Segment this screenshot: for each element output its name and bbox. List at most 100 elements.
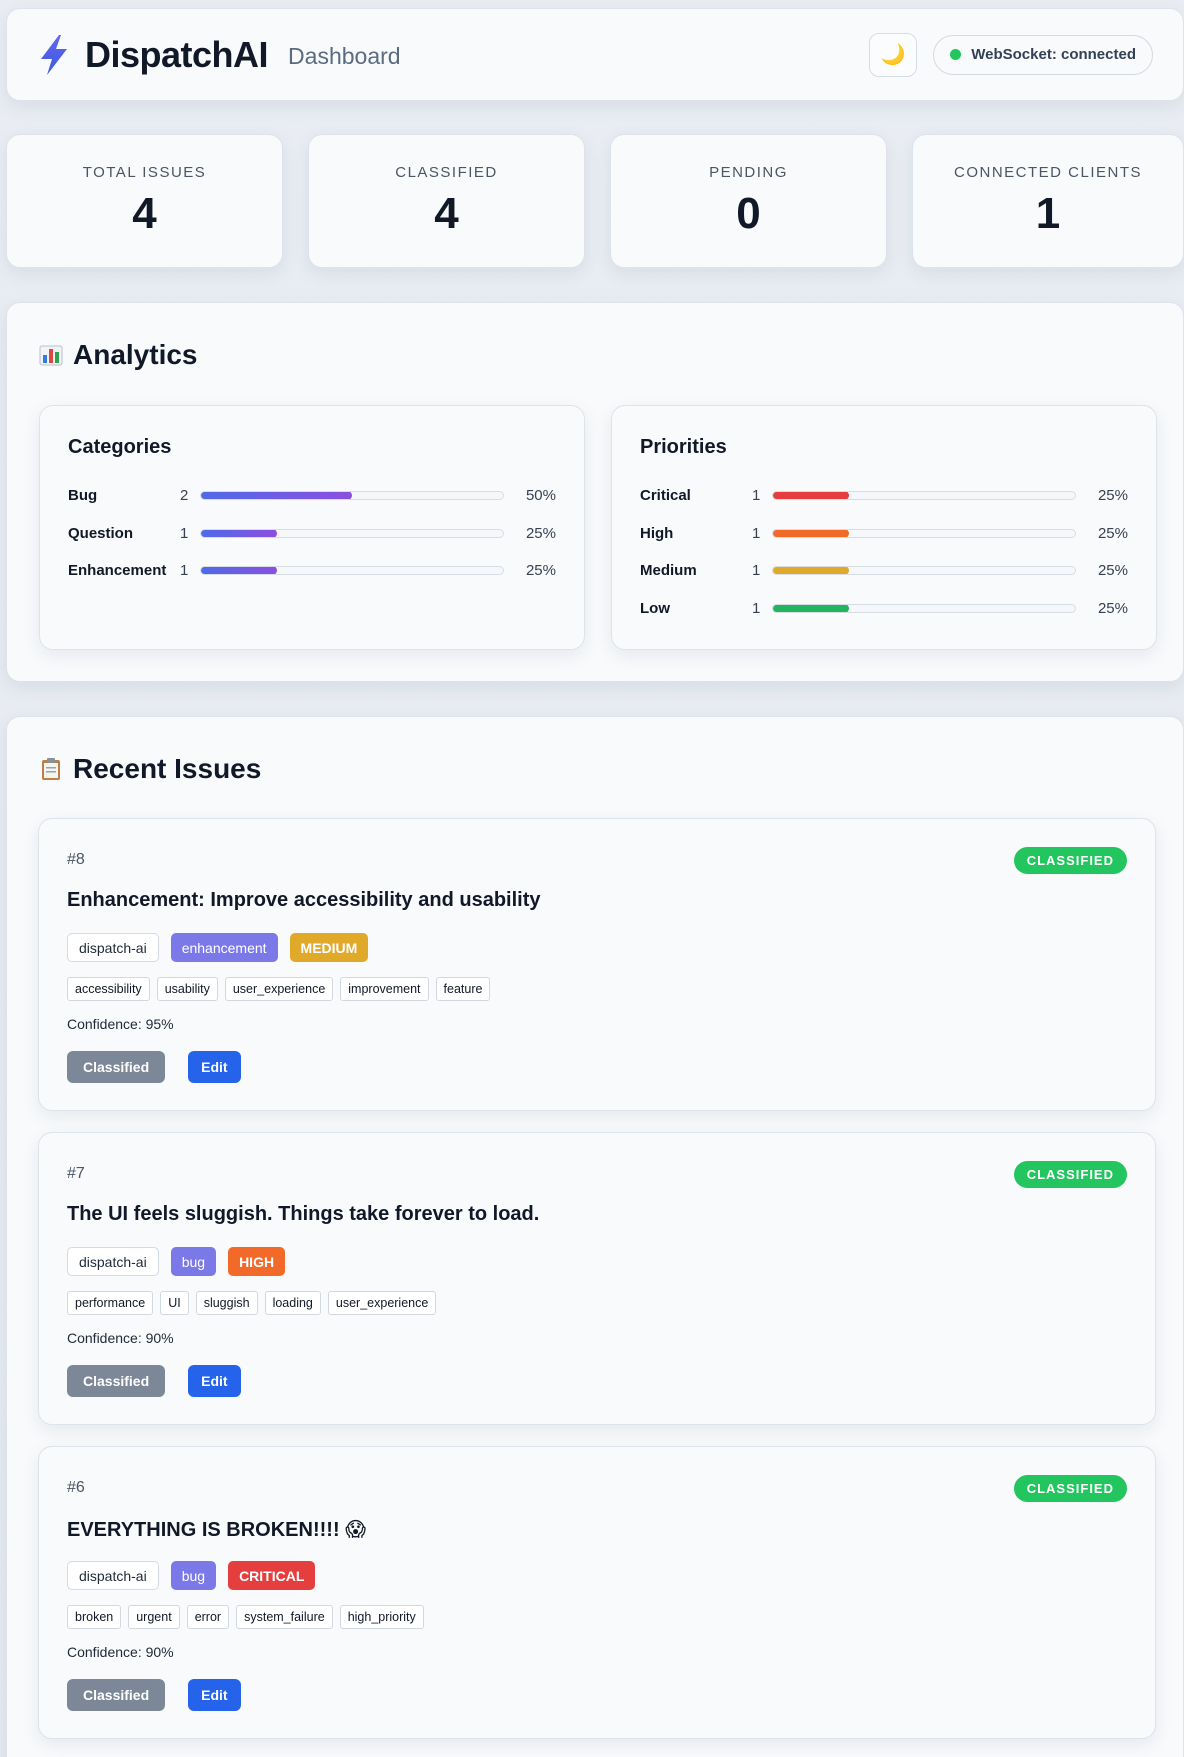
- row-label: Question: [68, 524, 134, 542]
- stat-label: CONNECTED CLIENTS: [953, 163, 1143, 181]
- issue-title[interactable]: EVERYTHING IS BROKEN!!!! 😱: [67, 1517, 366, 1542]
- row-count: 1: [180, 562, 189, 580]
- progress-bar: [200, 566, 504, 576]
- edit-button[interactable]: Edit: [188, 1051, 241, 1083]
- issue-title[interactable]: The UI feels sluggish. Things take forev…: [67, 1203, 539, 1226]
- lightning-bolt-icon: [41, 34, 67, 75]
- progress-fill: [201, 529, 277, 537]
- tag: sluggish: [195, 1291, 258, 1315]
- tag: performance: [67, 1291, 154, 1315]
- categories-title: Categories: [68, 436, 172, 458]
- tag: usability: [156, 977, 218, 1001]
- progress-bar: [772, 491, 1076, 501]
- repo-chip: dispatch-ai: [67, 933, 159, 962]
- row-count: 1: [752, 524, 761, 542]
- stat-pending: PENDING 0: [610, 134, 887, 268]
- bar-chart-icon: [39, 345, 63, 366]
- classified-button[interactable]: Classified: [67, 1365, 166, 1397]
- tag: broken: [67, 1605, 122, 1629]
- row-label: High: [640, 524, 674, 542]
- row-count: 1: [180, 524, 189, 542]
- status-badge: CLASSIFIED: [1013, 1161, 1127, 1188]
- edit-button[interactable]: Edit: [188, 1365, 241, 1397]
- status-badge: CLASSIFIED: [1013, 1475, 1127, 1502]
- issue-title[interactable]: Enhancement: Improve accessibility and u…: [67, 889, 541, 912]
- row-count: 1: [752, 599, 761, 617]
- recent-issues-title: Recent Issues: [73, 753, 262, 784]
- repo-chip: dispatch-ai: [67, 1561, 159, 1590]
- progress-fill: [201, 567, 277, 575]
- stat-value: 1: [1035, 188, 1061, 238]
- tag: loading: [264, 1291, 321, 1315]
- classified-button[interactable]: Classified: [67, 1051, 166, 1083]
- websocket-status-text: WebSocket: connected: [971, 46, 1136, 63]
- confidence-text: Confidence: 95%: [67, 1016, 174, 1032]
- status-badge: CLASSIFIED: [1013, 847, 1127, 874]
- issue-card[interactable]: #7 CLASSIFIED The UI feels sluggish. Thing…: [38, 1132, 1156, 1425]
- progress-fill: [773, 529, 849, 537]
- tag: system_failure: [236, 1605, 333, 1629]
- confidence-text: Confidence: 90%: [67, 1330, 174, 1346]
- row-label: Critical: [640, 487, 691, 505]
- status-dot-icon: [950, 49, 962, 60]
- tag: urgent: [128, 1605, 180, 1629]
- stat-classified: CLASSIFIED 4: [308, 134, 585, 268]
- row-label: Medium: [640, 562, 697, 580]
- progress-bar: [200, 491, 504, 501]
- issue-card[interactable]: #6 CLASSIFIED EVERYTHING IS BROKEN!!!! 😱 di…: [38, 1446, 1156, 1739]
- row-percent: 25%: [525, 524, 556, 542]
- row-percent: 25%: [1097, 562, 1128, 580]
- categories-panel: Categories Bug 2 50% Question 1 25% Enhancemen…: [39, 405, 585, 650]
- priorities-title: Priorities: [640, 436, 727, 458]
- app-name: DispatchAI: [85, 33, 269, 75]
- issue-number: #6: [67, 1479, 85, 1496]
- analytics-row-bug: Bug 2 50%: [68, 477, 556, 515]
- stat-value: 4: [434, 188, 459, 238]
- tag: high_priority: [339, 1605, 424, 1629]
- priority-chip: CRITICAL: [228, 1561, 316, 1590]
- issue-card[interactable]: #8 CLASSIFIED Enhancement: Improve accessi…: [38, 818, 1156, 1111]
- progress-fill: [773, 604, 849, 612]
- analytics-row-enhancement: Enhancement 1 25%: [68, 552, 556, 590]
- stat-connected-clients: CONNECTED CLIENTS 1: [912, 134, 1184, 268]
- repo-chip: dispatch-ai: [67, 1247, 159, 1276]
- priorities-panel: Priorities Critical 1 25% High 1 25% Medium 1 25…: [611, 405, 1157, 650]
- issue-number: #7: [67, 1165, 85, 1182]
- issue-number: #8: [67, 851, 85, 868]
- tag: user_experience: [224, 977, 334, 1001]
- stat-value: 4: [132, 188, 157, 238]
- row-percent: 25%: [1097, 487, 1128, 505]
- stat-label: TOTAL ISSUES: [82, 163, 207, 181]
- priority-chip: HIGH: [228, 1247, 286, 1276]
- progress-bar: [772, 566, 1076, 576]
- stat-value: 0: [736, 188, 761, 238]
- row-label: Bug: [68, 487, 98, 505]
- analytics-row-low: Low 1 25%: [640, 590, 1128, 628]
- tag: UI: [160, 1291, 189, 1315]
- priority-chip: MEDIUM: [289, 933, 369, 962]
- clipboard-icon: [42, 758, 60, 780]
- analytics-heading: Analytics: [39, 339, 198, 371]
- analytics-row-high: High 1 25%: [640, 515, 1128, 553]
- tag: improvement: [340, 977, 429, 1001]
- edit-button[interactable]: Edit: [188, 1679, 241, 1711]
- app-header: DispatchAI Dashboard 🌙 WebSocket: connec…: [6, 8, 1184, 101]
- row-percent: 50%: [525, 487, 556, 505]
- classified-button[interactable]: Classified: [67, 1679, 166, 1711]
- stat-label: CLASSIFIED: [395, 163, 498, 181]
- category-chip: bug: [170, 1247, 217, 1276]
- progress-fill: [201, 492, 352, 500]
- confidence-text: Confidence: 90%: [67, 1644, 174, 1660]
- page-title: Dashboard: [288, 43, 401, 69]
- row-percent: 25%: [1097, 599, 1128, 617]
- tag-list: accessibility usability user_experience imp…: [67, 977, 491, 1001]
- tag: error: [186, 1605, 230, 1629]
- progress-bar: [772, 603, 1076, 613]
- row-count: 1: [752, 487, 761, 505]
- analytics-row-medium: Medium 1 25%: [640, 552, 1128, 590]
- row-percent: 25%: [525, 562, 556, 580]
- category-chip: enhancement: [170, 933, 278, 962]
- theme-toggle-button[interactable]: 🌙: [869, 32, 918, 77]
- tag-list: broken urgent error system_failure high_prio…: [67, 1605, 424, 1629]
- tag: user_experience: [327, 1291, 437, 1315]
